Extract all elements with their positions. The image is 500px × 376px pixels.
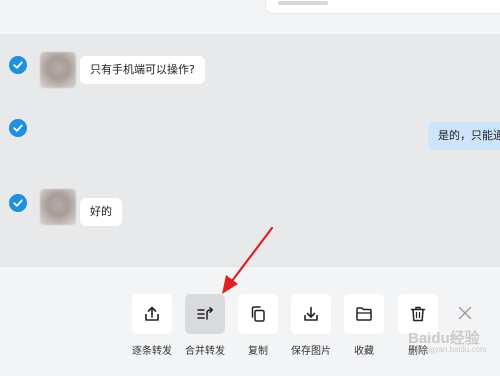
save-image-label: 保存图片 xyxy=(291,346,331,357)
selected-check-icon[interactable] xyxy=(9,194,27,212)
avatar[interactable] xyxy=(40,52,76,88)
folder-icon xyxy=(356,307,372,321)
selected-messages-area: 只有手机端可以操作? 是的，只能通 好的 xyxy=(0,34,500,266)
forward-one-by-one-button[interactable]: 逐条转发 xyxy=(126,294,178,357)
merge-forward-button[interactable]: 合并转发 xyxy=(179,294,231,357)
avatar[interactable] xyxy=(40,189,76,225)
copy-label: 复制 xyxy=(248,346,268,357)
copy-icon xyxy=(251,306,265,322)
previous-message-bubble xyxy=(265,0,500,14)
close-icon[interactable] xyxy=(456,304,474,322)
download-icon xyxy=(304,306,318,321)
favorite-label: 收藏 xyxy=(354,346,374,357)
own-message-bubble: 是的，只能通 xyxy=(428,122,500,150)
message-bubble: 好的 xyxy=(80,198,122,226)
previous-message-area xyxy=(0,0,500,34)
merge-forward-label: 合并转发 xyxy=(185,346,225,357)
watermark-logo: Baidu经验 jingyan.baidu.com xyxy=(400,325,495,359)
selected-check-icon[interactable] xyxy=(9,56,27,74)
trash-icon xyxy=(410,306,426,322)
copy-button[interactable]: 复制 xyxy=(232,294,284,357)
message-bubble: 只有手机端可以操作? xyxy=(80,56,205,84)
save-image-button[interactable]: 保存图片 xyxy=(285,294,337,357)
watermark-subtext: jingyan.baidu.com xyxy=(422,345,487,354)
favorite-button[interactable]: 收藏 xyxy=(338,294,390,357)
share-icon xyxy=(145,306,159,321)
merge-forward-icon xyxy=(197,307,214,320)
selected-check-icon[interactable] xyxy=(9,119,27,137)
forward-one-by-one-label: 逐条转发 xyxy=(132,346,172,357)
